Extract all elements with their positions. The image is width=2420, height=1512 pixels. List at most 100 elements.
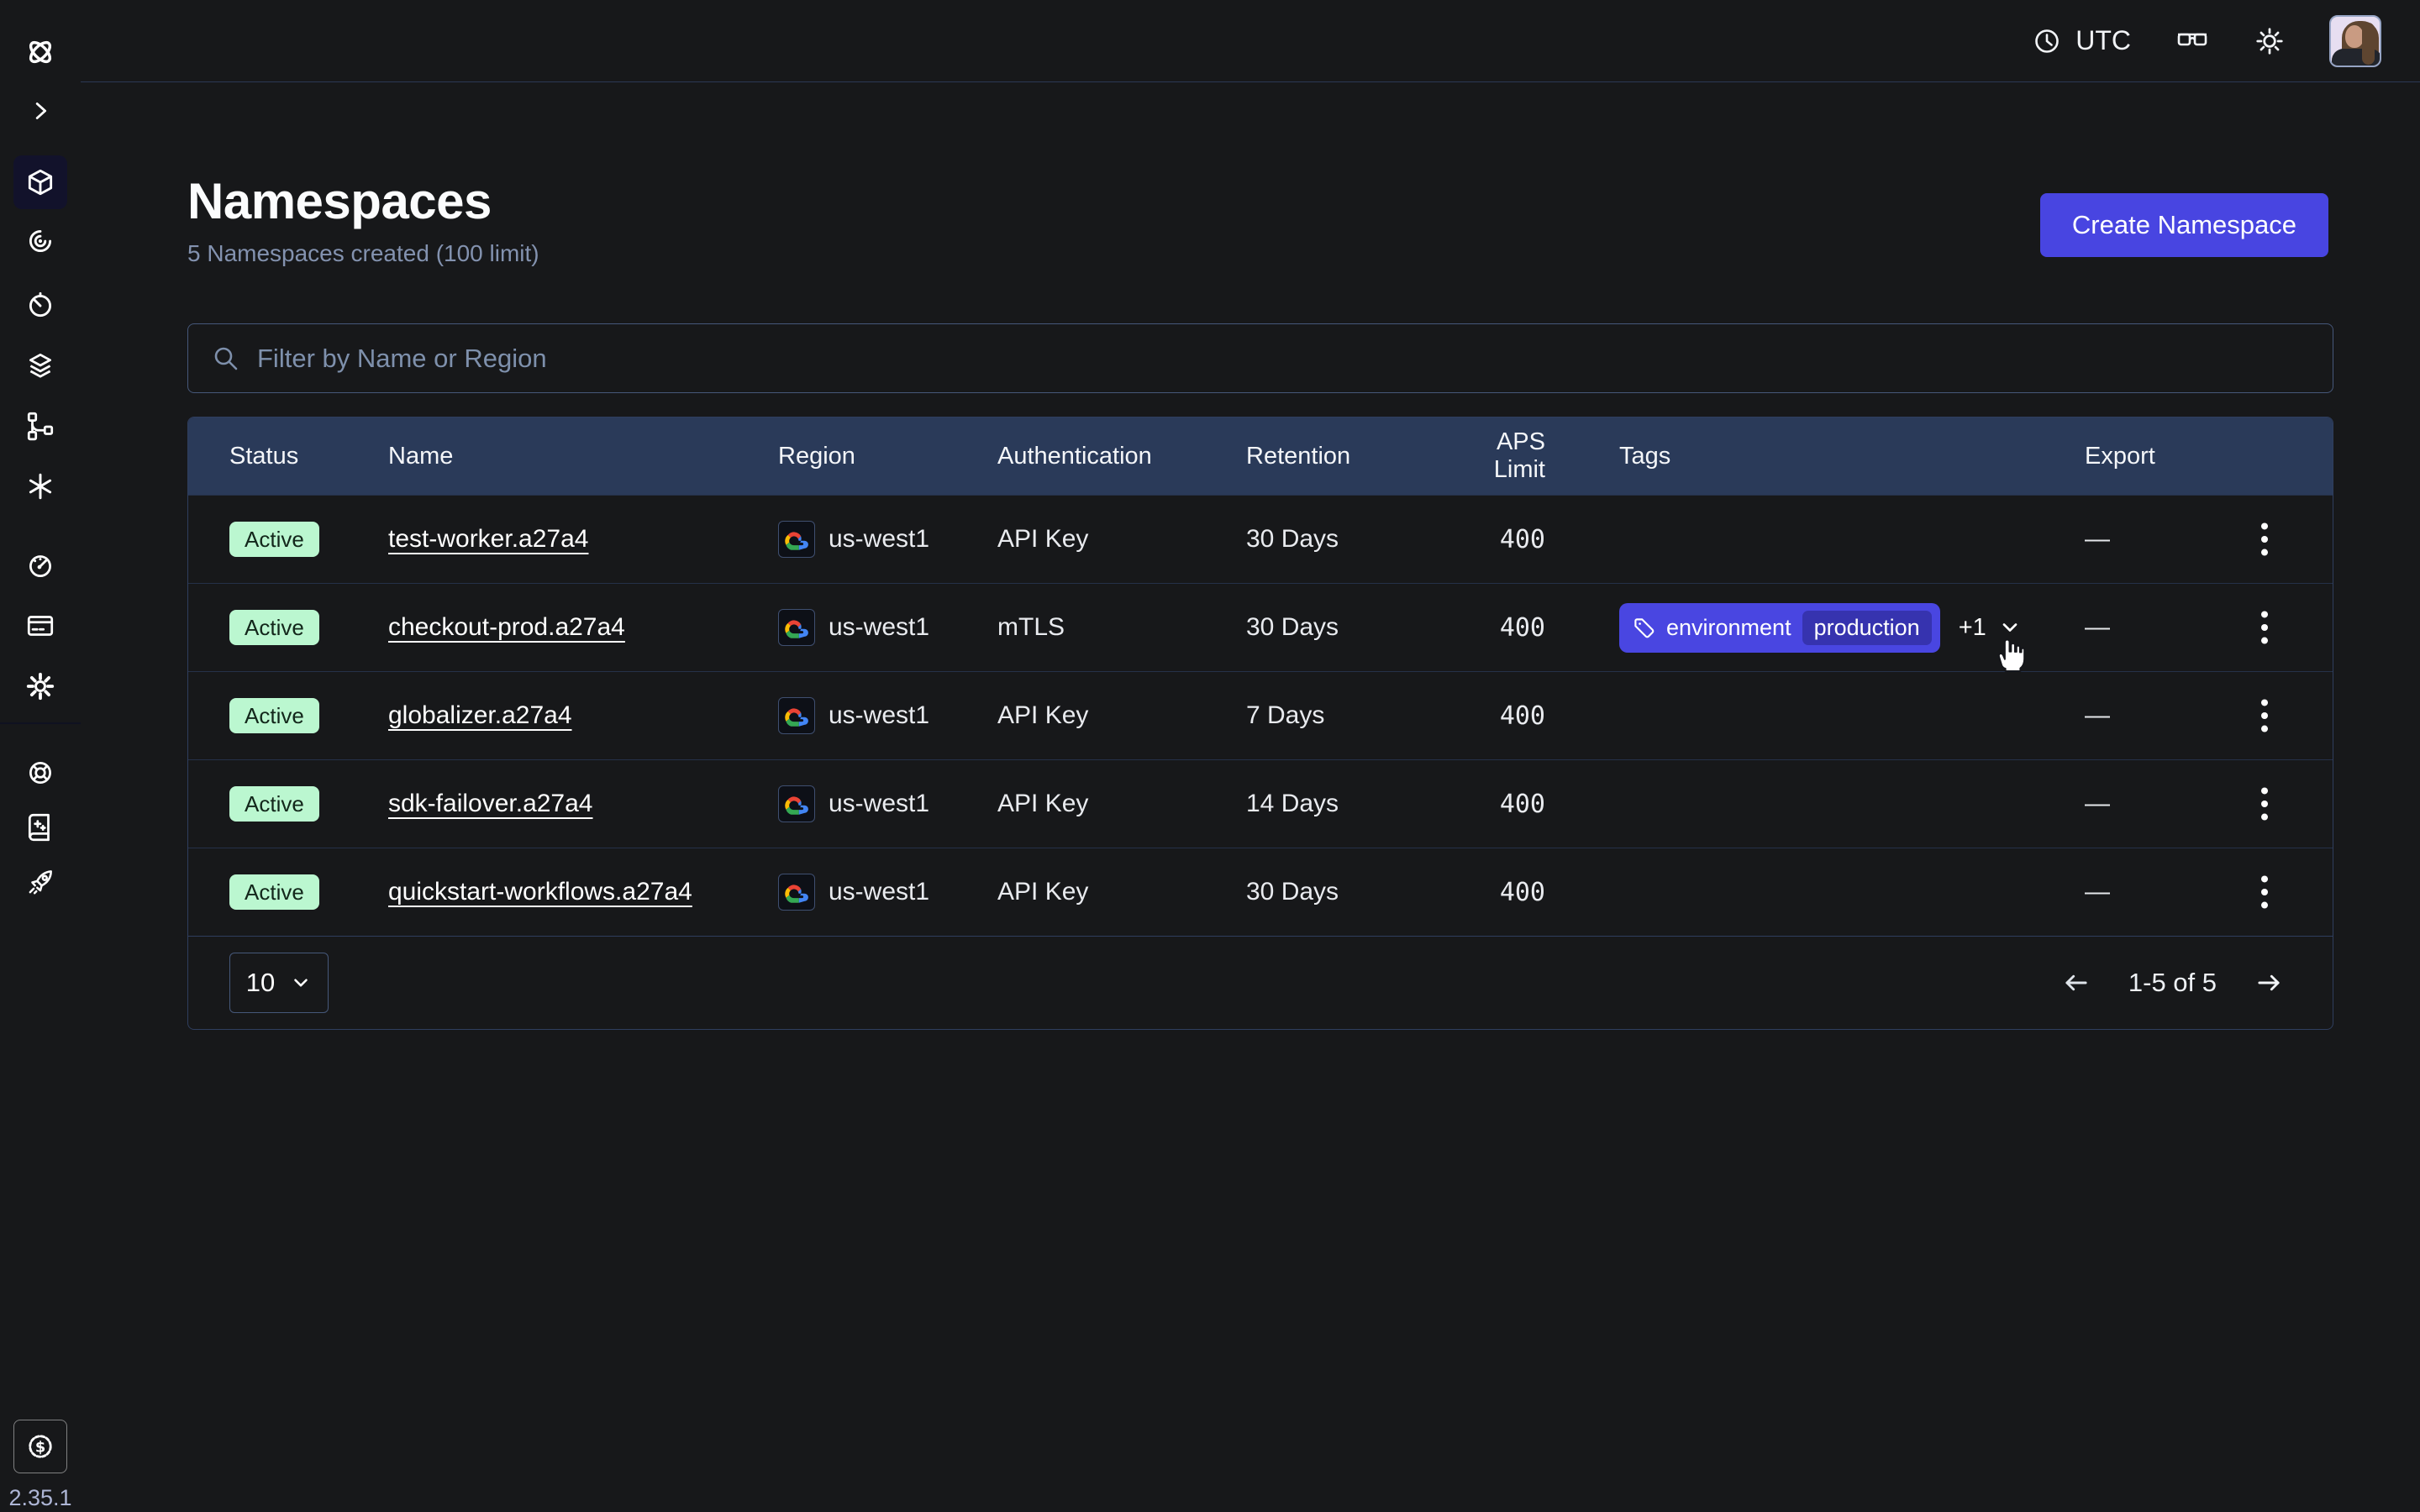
table-row: Active globalizer.a27a4 us-west1 API Key7 D… (188, 671, 2333, 759)
row-menu-button[interactable] (2250, 601, 2279, 654)
credits-button[interactable]: $ (13, 1420, 67, 1473)
namespace-link[interactable]: test-worker.a27a4 (388, 525, 588, 554)
status-badge: Active (229, 786, 319, 822)
filter-bar (187, 323, 2333, 393)
row-menu-button[interactable] (2250, 512, 2279, 566)
filter-input[interactable] (257, 344, 2309, 374)
region-label: us-west1 (829, 613, 929, 642)
sidebar-item-getting-started[interactable] (13, 855, 67, 909)
tag-more-count: +1 (1959, 614, 1986, 642)
next-page-button[interactable] (2252, 966, 2286, 1000)
status-badge: Active (229, 610, 319, 645)
authentication-value: API Key (997, 878, 1246, 906)
namespace-link[interactable]: quickstart-workflows.a27a4 (388, 878, 692, 906)
namespace-link[interactable]: checkout-prod.a27a4 (388, 613, 625, 642)
sidebar-item-support[interactable] (13, 746, 67, 800)
previous-page-button[interactable] (2060, 966, 2093, 1000)
sidebar-item-schedules[interactable] (13, 278, 67, 332)
col-header-authentication: Authentication (997, 443, 1246, 470)
page-title: Namespaces (187, 172, 492, 230)
create-namespace-button[interactable]: Create Namespace (2040, 193, 2328, 257)
col-header-region: Region (778, 443, 997, 470)
authentication-value: API Key (997, 790, 1246, 818)
pagination-range-label: 1-5 of 5 (2128, 968, 2217, 998)
col-header-export: Export (2085, 443, 2219, 470)
export-value: — (2085, 613, 2219, 642)
aps-limit-value: 400 (1441, 525, 1569, 554)
svg-text:$: $ (35, 1440, 45, 1457)
search-icon (212, 344, 240, 373)
gcp-region-icon (778, 785, 815, 822)
theme-toggle-sun-icon[interactable] (2254, 25, 2286, 57)
page-size-select[interactable]: 10 (229, 953, 329, 1013)
col-header-status: Status (229, 443, 388, 470)
sidebar-item-deployments[interactable] (13, 339, 67, 392)
version-label: 2.35.1 (0, 1485, 81, 1511)
labs-glasses-icon[interactable] (2175, 27, 2210, 55)
retention-value: 30 Days (1246, 613, 1441, 642)
namespace-link[interactable]: globalizer.a27a4 (388, 701, 572, 730)
region-label: us-west1 (829, 525, 929, 554)
sidebar-item-namespaces[interactable] (13, 155, 67, 209)
namespace-link[interactable]: sdk-failover.a27a4 (388, 790, 593, 818)
sidebar-divider (0, 722, 81, 724)
aps-limit-value: 400 (1441, 613, 1569, 643)
sidebar-expand-chevron-icon[interactable] (13, 84, 67, 138)
aps-limit-value: 400 (1441, 878, 1569, 907)
table-header-row: Status Name Region Authentication Retent… (188, 417, 2333, 495)
table-row: Active sdk-failover.a27a4 us-west1 API Key1… (188, 759, 2333, 848)
user-avatar[interactable] (2329, 15, 2381, 67)
col-header-tags: Tags (1569, 443, 2085, 470)
authentication-value: API Key (997, 525, 1246, 554)
row-menu-button[interactable] (2250, 865, 2279, 919)
table-body: Activetest-worker.a27a4us-west1API Key30… (188, 495, 2333, 936)
row-menu-button[interactable] (2250, 689, 2279, 743)
region-label: us-west1 (829, 701, 929, 730)
gcp-region-icon (778, 874, 815, 911)
tags-expand-chevron-icon[interactable] (1998, 616, 2022, 639)
sidebar-item-settings[interactable] (13, 659, 67, 713)
tag-badge[interactable]: environmentproduction (1619, 603, 1940, 653)
temporal-logo-icon (13, 25, 67, 79)
gcp-region-icon (778, 697, 815, 734)
export-value: — (2085, 701, 2219, 730)
authentication-value: mTLS (997, 613, 1246, 642)
status-badge: Active (229, 874, 319, 910)
col-header-retention: Retention (1246, 443, 1441, 470)
table-footer: 10 1-5 of 5 (188, 936, 2333, 1029)
pagination: 1-5 of 5 (2060, 966, 2286, 1000)
chevron-down-icon (290, 972, 312, 994)
col-header-aps-limit: APS Limit (1441, 428, 1569, 484)
col-header-name: Name (388, 443, 778, 470)
tag-icon (1633, 617, 1655, 639)
sidebar-item-workflows[interactable] (13, 214, 67, 268)
status-badge: Active (229, 698, 319, 733)
export-value: — (2085, 525, 2219, 554)
retention-value: 7 Days (1246, 701, 1441, 730)
table-row: Active checkout-prod.a27a4 us-west1 mTLS30 … (188, 583, 2333, 671)
retention-value: 30 Days (1246, 525, 1441, 554)
sidebar-item-billing[interactable] (13, 599, 67, 653)
retention-value: 14 Days (1246, 790, 1441, 818)
sidebar: $ 2.35.1 (0, 0, 81, 1512)
timezone-label: UTC (2075, 25, 2131, 56)
export-value: — (2085, 790, 2219, 818)
region-label: us-west1 (829, 790, 929, 818)
export-value: — (2085, 878, 2219, 906)
tag-key: environment (1666, 615, 1791, 641)
aps-limit-value: 400 (1441, 701, 1569, 731)
clock-icon (2032, 26, 2062, 56)
row-menu-button[interactable] (2250, 777, 2279, 831)
sidebar-item-docs[interactable] (13, 801, 67, 854)
sidebar-item-usage[interactable] (13, 538, 67, 592)
timezone-selector[interactable]: UTC (2032, 25, 2131, 56)
namespaces-table: Status Name Region Authentication Retent… (187, 417, 2333, 1030)
authentication-value: API Key (997, 701, 1246, 730)
table-row: Active test-worker.a27a4 us-west1 API Key30… (188, 495, 2333, 583)
region-label: us-west1 (829, 878, 929, 906)
status-badge: Active (229, 522, 319, 557)
tags-cell: environmentproduction +1 (1569, 603, 2085, 653)
sidebar-item-nexus[interactable] (13, 459, 67, 513)
sidebar-item-pipelines[interactable] (13, 399, 67, 453)
aps-limit-value: 400 (1441, 790, 1569, 819)
